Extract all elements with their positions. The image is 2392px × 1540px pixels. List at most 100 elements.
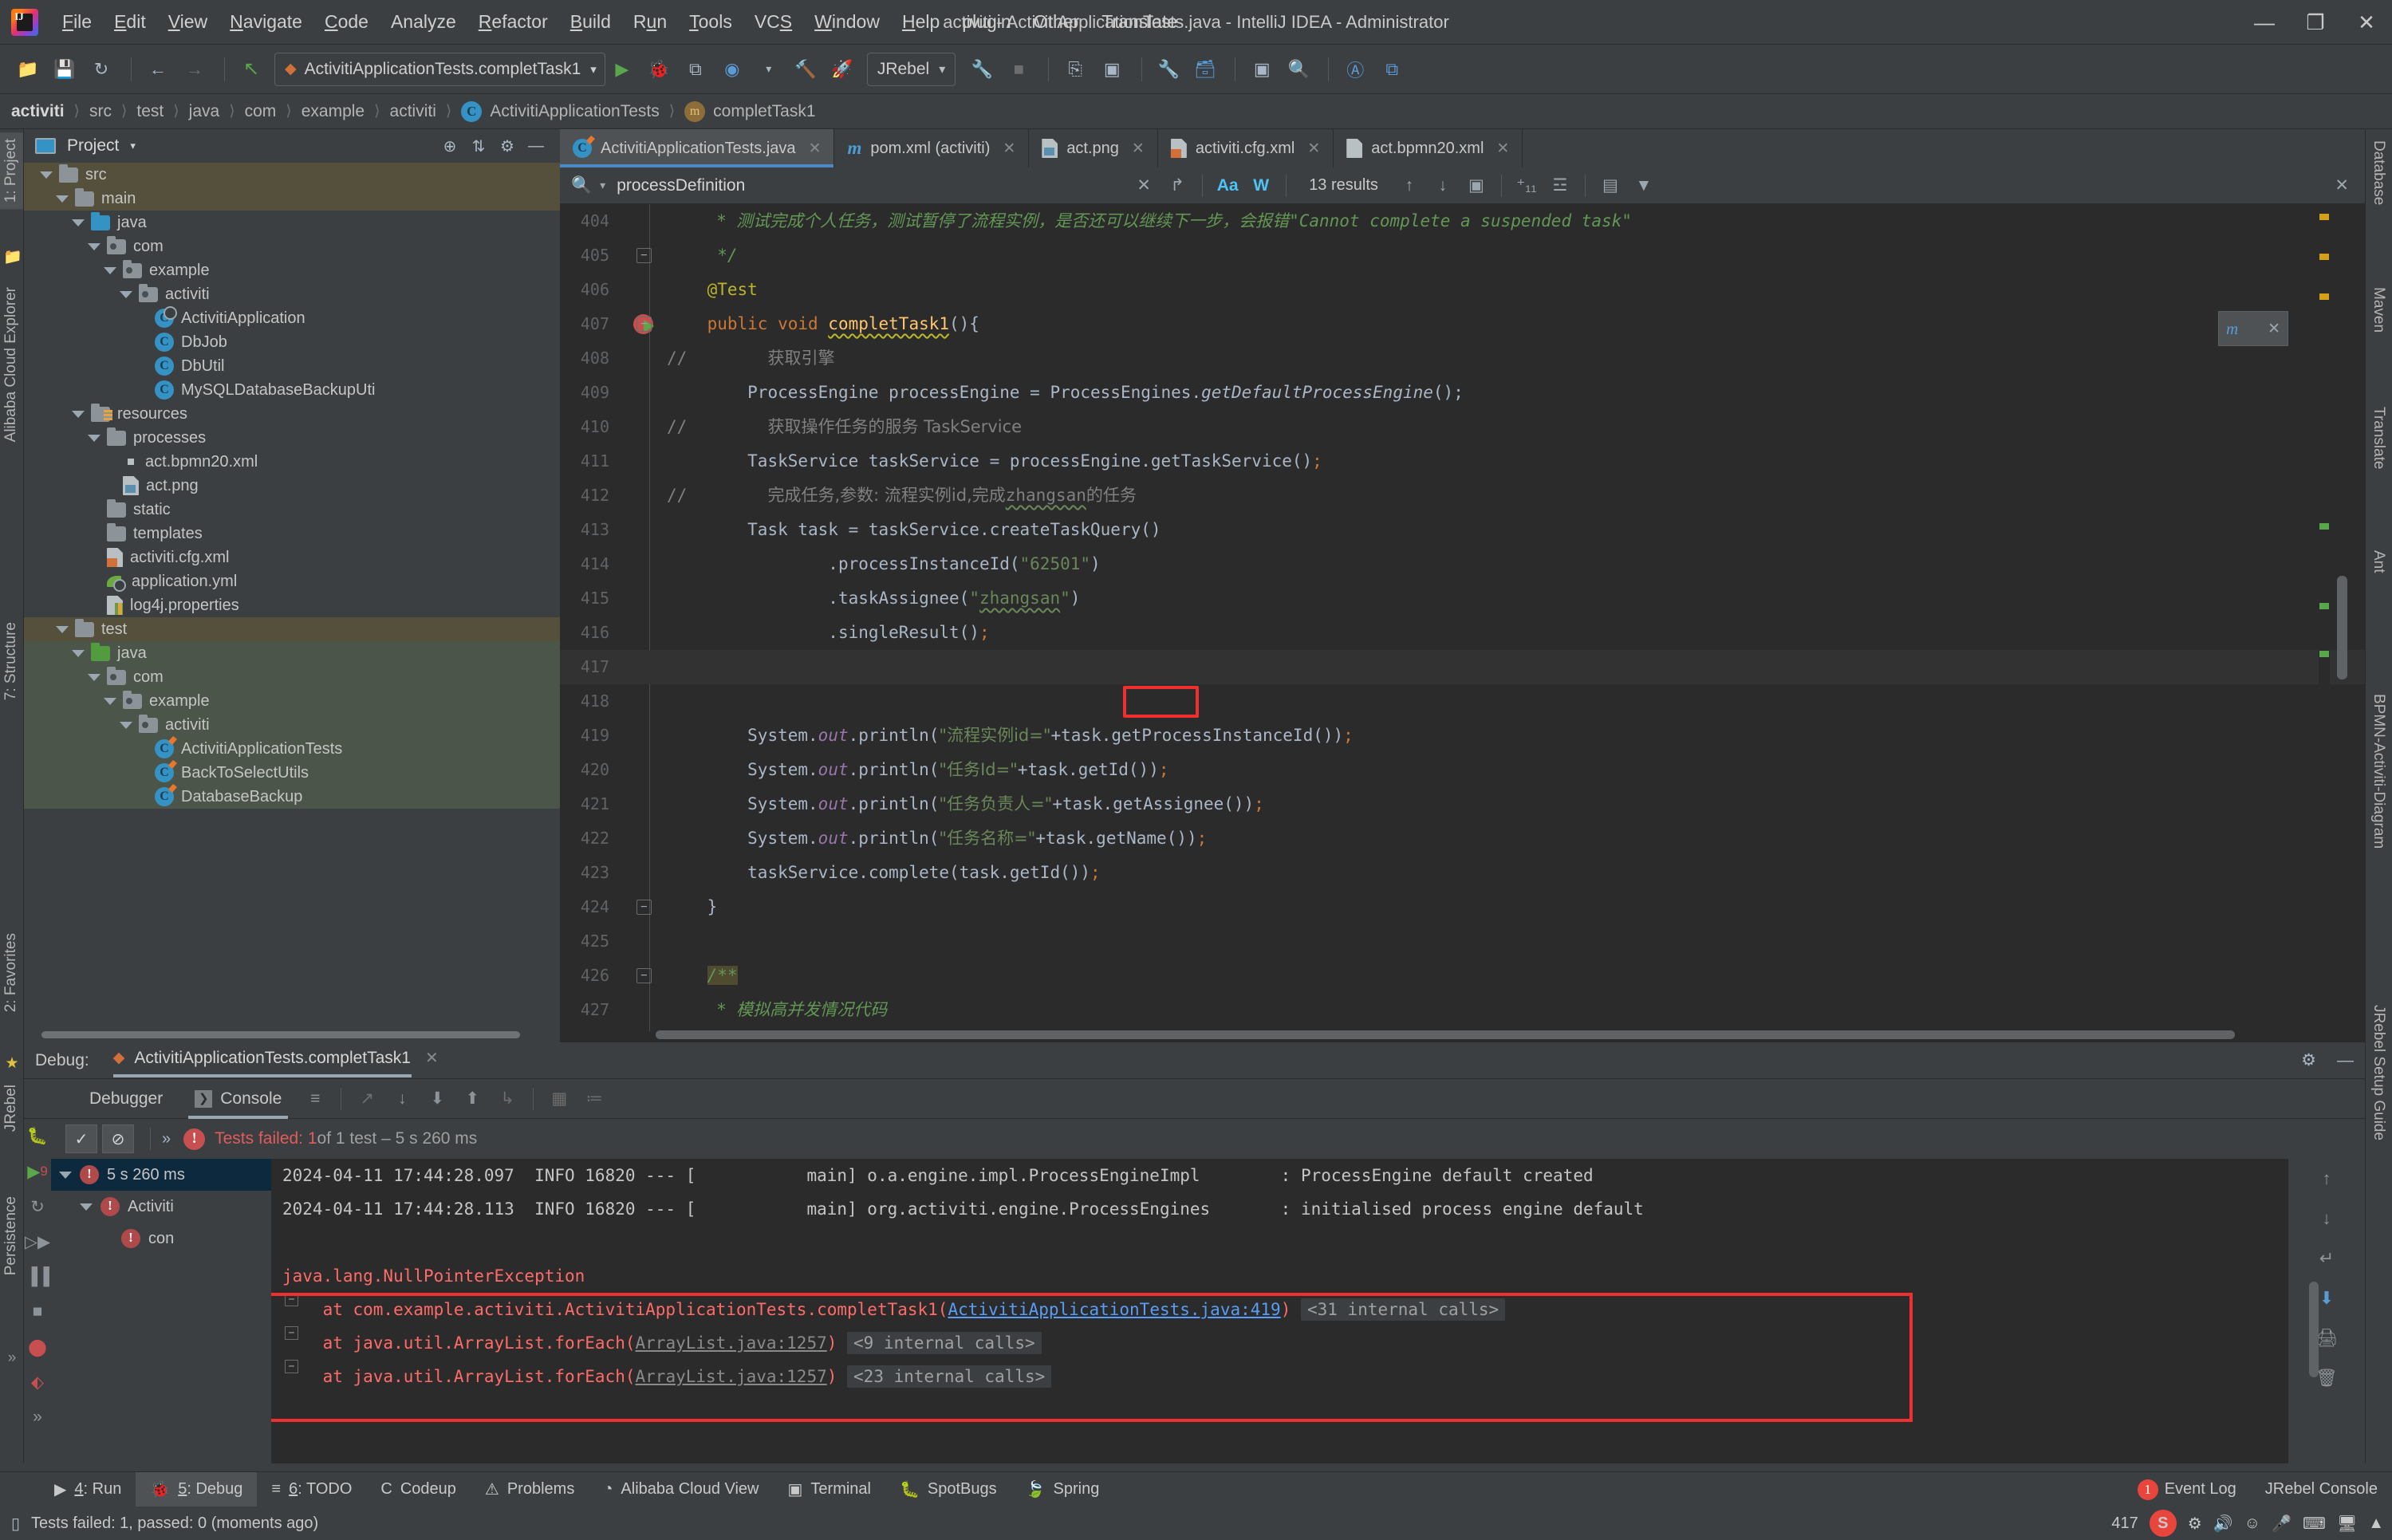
stacktrace-link[interactable]: ArrayList.java:1257: [636, 1333, 827, 1353]
tree-item[interactable]: C MySQLDatabaseBackupUti: [24, 378, 560, 402]
stacktrace-link[interactable]: ActivitiApplicationTests.java:419: [948, 1300, 1280, 1319]
chevron-down-icon[interactable]: [56, 625, 69, 633]
tree-item[interactable]: java: [24, 641, 560, 665]
clear-search-icon[interactable]: ✕: [1127, 175, 1161, 195]
code-line[interactable]: 418: [560, 684, 2365, 719]
test-tree-item[interactable]: ! con: [51, 1223, 271, 1254]
attach-icon[interactable]: 🔧: [965, 53, 999, 86]
editor-tab-activitiapplicationtests-java[interactable]: C ActivitiApplicationTests.java ✕: [560, 129, 835, 167]
match-case-toggle[interactable]: Aa: [1211, 176, 1244, 195]
tree-item[interactable]: C ActivitiApplicationTests: [24, 737, 560, 761]
debug-session-tab[interactable]: ◆ ActivitiApplicationTests.completTask1 …: [112, 1048, 439, 1077]
tool-window-problems[interactable]: ⚠ Problems: [471, 1472, 589, 1507]
menu-item-view[interactable]: View: [157, 8, 219, 36]
hide-panel-icon[interactable]: —: [2337, 1051, 2354, 1070]
collapse-all-icon[interactable]: ⊕: [435, 136, 464, 156]
sidebar-item-database[interactable]: Database: [2365, 134, 2392, 211]
chevron-down-icon[interactable]: ▾: [130, 140, 136, 152]
breadcrumb-item-activiti[interactable]: activiti: [390, 102, 436, 121]
tab-debugger[interactable]: Debugger: [73, 1079, 179, 1119]
menu-item-help[interactable]: Help: [891, 8, 951, 36]
close-button[interactable]: ✕: [2341, 0, 2392, 45]
tree-item[interactable]: log4j.properties: [24, 593, 560, 617]
editor-tab-act-bpmn20-xml[interactable]: act.bpmn20.xml ✕: [1334, 129, 1523, 167]
code-line[interactable]: 410 // 获取操作任务的服务 TaskService: [560, 410, 2365, 444]
sidebar-item-translate[interactable]: Translate: [2365, 400, 2392, 476]
menu-item-window[interactable]: Window: [803, 8, 891, 36]
code-line[interactable]: 425: [560, 924, 2365, 959]
coverage-button[interactable]: ⧉: [679, 53, 712, 86]
breadcrumb-item-activitiapplicationtests[interactable]: ActivitiApplicationTests: [490, 102, 659, 121]
menu-item-navigate[interactable]: Navigate: [219, 8, 313, 36]
chevron-down-icon[interactable]: [120, 721, 132, 729]
sync-icon[interactable]: ↻: [85, 53, 118, 86]
find-input[interactable]: [617, 175, 1128, 195]
tool-window-codeup[interactable]: C Codeup: [366, 1472, 471, 1507]
tree-item[interactable]: activiti: [24, 282, 560, 306]
folder-icon[interactable]: 📁: [3, 247, 22, 266]
step-into-icon[interactable]: ↓: [384, 1089, 420, 1109]
menu-item-analyze[interactable]: Analyze: [380, 8, 467, 36]
scroll-down-icon[interactable]: ↓: [2288, 1199, 2365, 1239]
run-configuration-selector[interactable]: ◆ ActivitiApplicationTests.completTask1 …: [274, 52, 605, 86]
chevron-down-icon[interactable]: [72, 219, 85, 226]
whole-words-toggle[interactable]: W: [1244, 176, 1278, 195]
tree-item[interactable]: activiti: [24, 713, 560, 737]
sidebar-item-project[interactable]: 1: Project: [0, 132, 23, 210]
breadcrumb-item-src[interactable]: src: [89, 102, 112, 121]
tool-window-terminal[interactable]: ▣ Terminal: [774, 1472, 885, 1507]
ai-assistant-icon[interactable]: Ⓐ: [1338, 53, 1372, 86]
maximize-button[interactable]: ❐: [2290, 0, 2341, 45]
project-tree-hscrollbar[interactable]: [24, 1029, 560, 1040]
internal-calls-label[interactable]: <31 internal calls>: [1300, 1298, 1506, 1321]
tool-window-spotbugs[interactable]: 🐛 SpotBugs: [885, 1472, 1011, 1507]
console-fold-icon[interactable]: −: [285, 1293, 298, 1306]
mute-breakpoints-icon[interactable]: ≔: [577, 1089, 612, 1109]
tree-item[interactable]: example: [24, 258, 560, 282]
code-line[interactable]: 412 // 完成任务,参数: 流程实例id,完成zhangsan的任务: [560, 479, 2365, 513]
error-stripe[interactable]: [2319, 204, 2330, 1031]
menu-item-vcs[interactable]: VCS: [743, 8, 803, 36]
search-icon[interactable]: 🔍: [571, 176, 592, 195]
console-output[interactable]: 2024-04-11 17:44:28.097 INFO 16820 --- […: [271, 1159, 2288, 1463]
step-out-icon[interactable]: ⬆: [455, 1089, 490, 1109]
evaluate-expression-icon[interactable]: ▦: [542, 1089, 577, 1109]
search-options-caret-icon[interactable]: ▾: [600, 179, 605, 192]
close-tab-icon[interactable]: ✕: [1496, 140, 1509, 158]
soft-wrap-icon[interactable]: ↵: [2288, 1239, 2365, 1278]
tray-monitor-icon[interactable]: 🖥: [2337, 1514, 2357, 1534]
sidebar-item-persistence[interactable]: Persistence: [0, 1190, 23, 1282]
profile-caret-icon[interactable]: ▾: [752, 53, 786, 86]
tree-item[interactable]: src: [24, 163, 560, 187]
code-fold-icon[interactable]: −: [636, 900, 652, 915]
minimize-button[interactable]: —: [2239, 0, 2290, 45]
profile-button[interactable]: ◉: [715, 53, 749, 86]
code-fold-icon[interactable]: −: [636, 317, 652, 332]
tree-item[interactable]: activiti.cfg.xml: [24, 545, 560, 569]
code-line[interactable]: 408 // 获取引擎: [560, 341, 2365, 376]
editor-tab-act-png[interactable]: act.png ✕: [1029, 129, 1158, 167]
code-line[interactable]: 423 taskService.complete(task.getId());: [560, 856, 2365, 890]
run-to-cursor-icon[interactable]: ↳: [490, 1089, 525, 1109]
filter-icon[interactable]: ▼: [1627, 176, 1661, 195]
tree-item[interactable]: C BackToSelectUtils: [24, 761, 560, 785]
internal-calls-label[interactable]: <23 internal calls>: [847, 1365, 1052, 1388]
sidebar-item-jrebel[interactable]: JRebel: [0, 1078, 23, 1138]
debug-bug-icon[interactable]: 🐛: [24, 1119, 51, 1154]
hide-panel-icon[interactable]: —: [522, 137, 550, 156]
tree-item[interactable]: test: [24, 617, 560, 641]
tool-window-event-log[interactable]: 1 Event Log: [2123, 1472, 2251, 1507]
search-everywhere-icon[interactable]: 🔍: [1282, 53, 1315, 86]
show-passed-toggle[interactable]: ✓: [65, 1124, 97, 1153]
star-icon[interactable]: ★: [3, 1054, 21, 1072]
tool-window-spring[interactable]: 🍃 Spring: [1011, 1472, 1114, 1507]
navigate-back-icon[interactable]: ←: [141, 53, 175, 86]
chevron-down-icon[interactable]: [40, 171, 53, 179]
code-line[interactable]: 416 .singleResult();: [560, 616, 2365, 650]
find-prev-icon[interactable]: ↑: [1393, 176, 1426, 195]
tree-item[interactable]: resources: [24, 402, 560, 426]
find-next-icon[interactable]: ↓: [1426, 176, 1460, 195]
chevron-down-icon[interactable]: [104, 697, 116, 705]
close-tab-icon[interactable]: ✕: [809, 140, 822, 158]
rocket-icon[interactable]: 🚀: [826, 53, 859, 86]
